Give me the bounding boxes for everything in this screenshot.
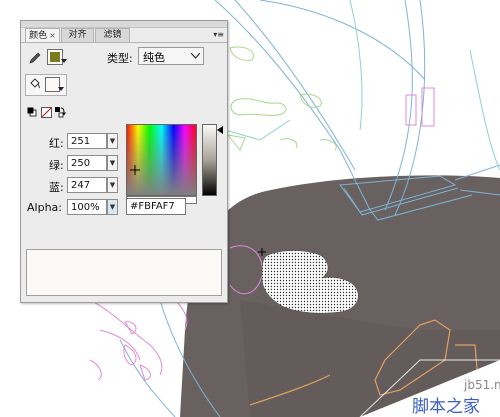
type-label: 类型: xyxy=(107,52,133,65)
pencil-icon xyxy=(29,52,41,64)
tab-divider xyxy=(21,42,227,43)
blue-input[interactable]: 247 xyxy=(67,177,107,193)
watermark-site: jb51.net xyxy=(463,378,500,392)
stroke-dropdown-icon[interactable] xyxy=(61,59,67,64)
blue-label: 蓝: xyxy=(49,181,64,194)
chevron-down-icon xyxy=(191,53,200,59)
tab-color[interactable]: 颜色 × xyxy=(25,28,60,43)
alpha-input[interactable]: 100% xyxy=(67,199,107,215)
swap-colors-icon[interactable] xyxy=(54,106,66,118)
color-spectrum[interactable] xyxy=(126,124,197,196)
color-panel: 颜色 × 对齐 滤镜 ▾≡ 类型: 纯色 红: 251 ▼ 绿: 250 ▼ 蓝… xyxy=(20,20,228,303)
red-stepper[interactable]: ▼ xyxy=(107,133,118,149)
red-label: 红: xyxy=(49,137,64,150)
alpha-stepper[interactable]: ▼ xyxy=(107,199,118,215)
stroke-color-fill xyxy=(50,52,60,62)
alpha-label: Alpha: xyxy=(27,201,62,214)
tab-align[interactable]: 对齐 xyxy=(61,28,94,42)
default-colors-icon[interactable] xyxy=(27,107,37,117)
no-color-icon[interactable] xyxy=(41,107,52,118)
type-dropdown[interactable]: 纯色 xyxy=(138,47,204,65)
paint-bucket-icon xyxy=(30,78,40,89)
green-input[interactable]: 250 xyxy=(67,155,107,171)
green-stepper[interactable]: ▼ xyxy=(107,155,118,171)
hex-input[interactable]: #FBFAF7 xyxy=(126,198,186,215)
tab-filter[interactable]: 滤镜 xyxy=(95,28,130,42)
blue-stepper[interactable]: ▼ xyxy=(107,177,118,193)
tab-filter-label: 滤镜 xyxy=(103,30,122,40)
type-dropdown-value: 纯色 xyxy=(143,51,165,64)
tab-color-label: 颜色 xyxy=(29,31,48,41)
teal-outlines xyxy=(224,0,500,171)
swatch-preview-area xyxy=(26,249,222,296)
red-input[interactable]: 251 xyxy=(67,133,107,149)
fill-dropdown-icon[interactable] xyxy=(58,87,64,92)
green-outlines xyxy=(226,46,337,151)
panel-title-bar[interactable] xyxy=(21,21,227,28)
green-label: 绿: xyxy=(49,159,64,172)
slider-arrow-icon xyxy=(217,126,223,134)
panel-menu-icon[interactable]: ▾≡ xyxy=(213,30,224,39)
brightness-slider[interactable] xyxy=(202,124,224,196)
tab-align-label: 对齐 xyxy=(68,30,87,40)
tab-close-icon[interactable]: × xyxy=(49,31,56,40)
watermark-name: 脚本之家 xyxy=(412,397,480,417)
